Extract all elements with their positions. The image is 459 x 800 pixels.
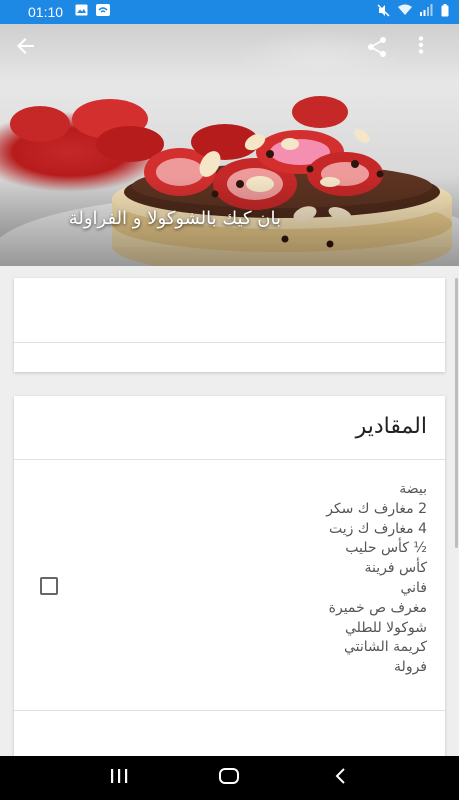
overflow-menu-button[interactable] bbox=[418, 36, 450, 68]
recipe-hero-image: بان كيك بالشوكولا و الفراولة bbox=[0, 24, 459, 266]
ingredients-divider-top bbox=[14, 459, 445, 460]
ingredient-item: كأس فرينة bbox=[364, 560, 427, 577]
info-card-divider bbox=[14, 342, 445, 343]
share-button[interactable] bbox=[366, 36, 398, 68]
back-button[interactable] bbox=[16, 36, 48, 68]
back-nav-icon bbox=[333, 767, 347, 789]
ingredient-item: بيضة bbox=[399, 481, 427, 497]
ingredients-list: بيضة 2 مغارف ك سكر 4 مغارف ك زيت ½ كأس ح… bbox=[326, 480, 427, 678]
status-bar: 01:10 bbox=[0, 0, 459, 24]
ingredient-item: فاني bbox=[400, 579, 427, 596]
back-nav-button[interactable] bbox=[320, 758, 360, 798]
ingredient-item: 4 مغارف ك زيت bbox=[328, 520, 427, 537]
ingredient-item: كريمة الشانتي bbox=[343, 639, 427, 656]
ingredient-item: 2 مغارف ك سكر bbox=[326, 500, 427, 517]
recent-apps-button[interactable] bbox=[99, 758, 139, 798]
system-nav-bar bbox=[0, 756, 459, 800]
signal-icon bbox=[420, 4, 433, 20]
wifi-hotspot-icon bbox=[96, 4, 111, 20]
ingredients-checkbox[interactable] bbox=[40, 577, 58, 595]
status-time: 01:10 bbox=[28, 4, 64, 20]
home-icon bbox=[218, 767, 240, 789]
mute-icon bbox=[377, 3, 390, 21]
ingredient-item: ½ كأس حليب bbox=[345, 540, 427, 557]
image-icon bbox=[75, 4, 88, 20]
ingredients-divider-bottom bbox=[14, 710, 445, 711]
recipe-title: بان كيك بالشوكولا و الفراولة bbox=[68, 208, 281, 229]
wifi-icon bbox=[398, 4, 412, 20]
recent-apps-icon bbox=[109, 768, 129, 788]
home-button[interactable] bbox=[209, 758, 249, 798]
ingredient-item: شوكولا للطلي bbox=[345, 619, 427, 636]
ingredient-item: مغرف ص خميرة bbox=[328, 599, 427, 616]
info-card bbox=[14, 278, 445, 372]
battery-icon bbox=[441, 3, 449, 21]
ingredients-title: المقادير bbox=[355, 414, 427, 439]
scrollbar[interactable] bbox=[455, 278, 458, 548]
ingredients-card: المقادير بيضة 2 مغارف ك سكر 4 مغارف ك زي… bbox=[14, 396, 445, 766]
ingredient-item: فرولة bbox=[394, 659, 427, 676]
